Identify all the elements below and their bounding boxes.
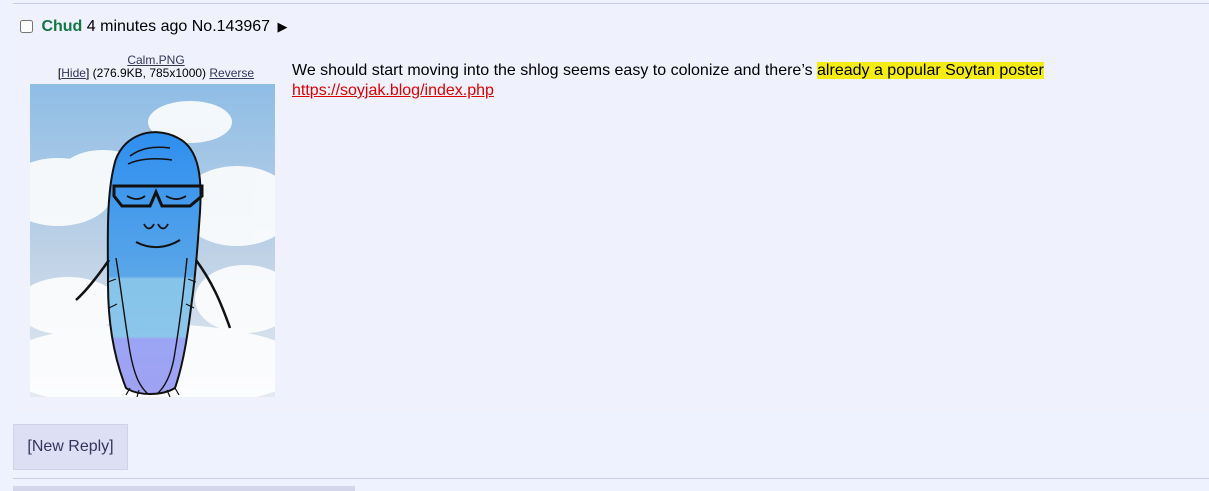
poster-name: Chud: [41, 18, 83, 35]
bottom-divider: [13, 478, 1209, 479]
hide-image-link[interactable]: Hide: [61, 66, 86, 80]
play-icon[interactable]: ▶: [278, 19, 288, 34]
top-divider: [13, 3, 1209, 4]
message-text: We should start moving into the shlog se…: [292, 62, 818, 79]
new-reply-button[interactable]: [New Reply]: [13, 424, 128, 470]
post-thumbnail[interactable]: [30, 84, 275, 397]
file-name-link[interactable]: Calm.PNG: [127, 53, 184, 67]
post-header: Chud 4 minutes ago No.143967 ▶: [20, 17, 288, 37]
highlighted-text: already a popular Soytan poster: [817, 62, 1044, 79]
bottom-bar: [13, 486, 355, 491]
post-message: We should start moving into the shlog se…: [292, 61, 1044, 101]
post-link[interactable]: https://soyjak.blog/index.php: [292, 82, 494, 99]
post-reply: Chud 4 minutes ago No.143967 ▶ Calm.PNG …: [13, 6, 1209, 412]
post-time: 4 minutes ago: [86, 18, 188, 35]
post-select-checkbox[interactable]: [20, 20, 33, 33]
file-info: Calm.PNG [Hide] (276.9KB, 785x1000) Reve…: [24, 54, 288, 80]
post-number[interactable]: No.143967: [192, 18, 270, 35]
file-details: (276.9KB, 785x1000): [92, 66, 207, 80]
hide-close-bracket: ]: [85, 66, 90, 80]
reverse-image-link[interactable]: Reverse: [209, 66, 254, 80]
